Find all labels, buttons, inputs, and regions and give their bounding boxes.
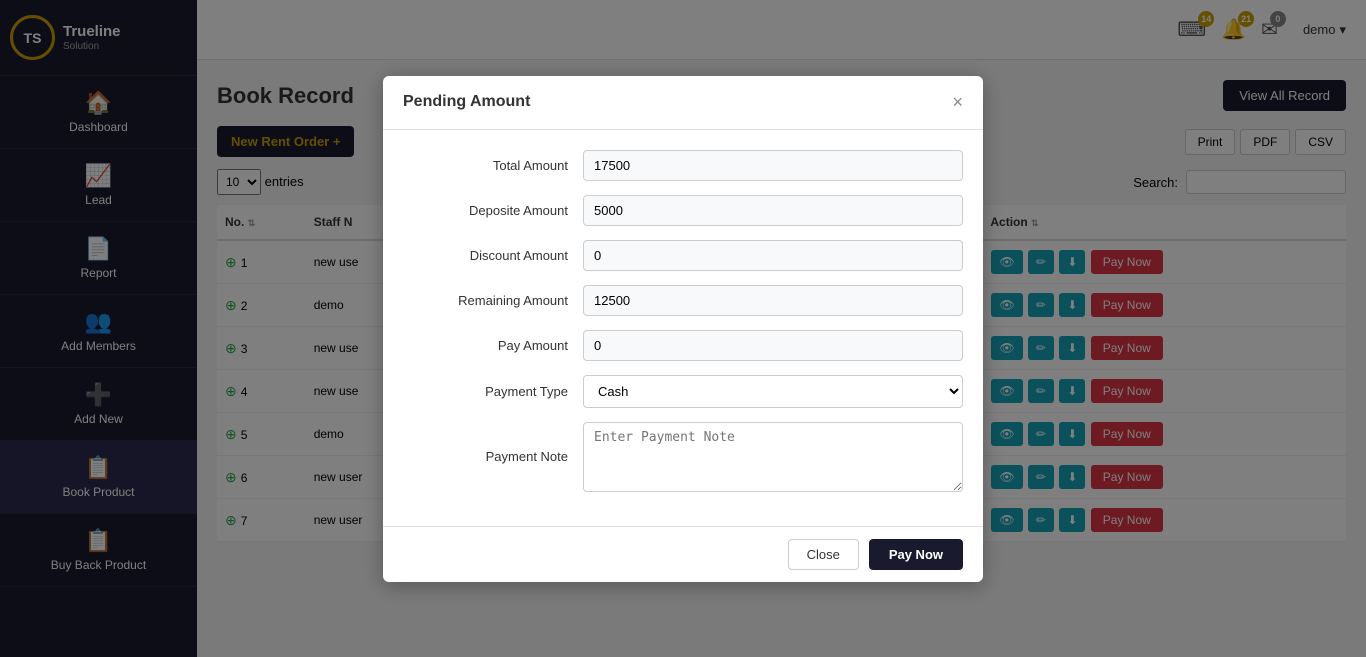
modal-header: Pending Amount ×	[383, 76, 983, 130]
modal-close-button[interactable]: ×	[952, 92, 963, 113]
modal-title: Pending Amount	[403, 93, 530, 111]
pending-amount-modal: Pending Amount × Total Amount Deposite A…	[383, 76, 983, 582]
payment-note-textarea[interactable]	[583, 422, 963, 492]
remaining-amount-label: Remaining Amount	[403, 293, 583, 308]
deposit-amount-label: Deposite Amount	[403, 203, 583, 218]
payment-type-select[interactable]: Cash Card Online	[583, 375, 963, 408]
modal-overlay[interactable]: Pending Amount × Total Amount Deposite A…	[0, 0, 1366, 657]
pay-now-modal-button[interactable]: Pay Now	[869, 539, 963, 570]
modal-footer: Close Pay Now	[383, 526, 983, 582]
pay-amount-input[interactable]	[583, 330, 963, 361]
deposit-amount-input[interactable]	[583, 195, 963, 226]
close-modal-button[interactable]: Close	[788, 539, 859, 570]
discount-amount-input[interactable]	[583, 240, 963, 271]
pay-amount-row: Pay Amount	[403, 330, 963, 361]
total-amount-row: Total Amount	[403, 150, 963, 181]
pay-amount-label: Pay Amount	[403, 338, 583, 353]
discount-amount-row: Discount Amount	[403, 240, 963, 271]
payment-type-label: Payment Type	[403, 384, 583, 399]
remaining-amount-input[interactable]	[583, 285, 963, 316]
total-amount-label: Total Amount	[403, 158, 583, 173]
deposit-amount-row: Deposite Amount	[403, 195, 963, 226]
discount-amount-label: Discount Amount	[403, 248, 583, 263]
payment-note-label: Payment Note	[403, 449, 583, 464]
remaining-amount-row: Remaining Amount	[403, 285, 963, 316]
modal-body: Total Amount Deposite Amount Discount Am…	[383, 130, 983, 526]
total-amount-input[interactable]	[583, 150, 963, 181]
payment-note-row: Payment Note	[403, 422, 963, 492]
payment-type-row: Payment Type Cash Card Online	[403, 375, 963, 408]
